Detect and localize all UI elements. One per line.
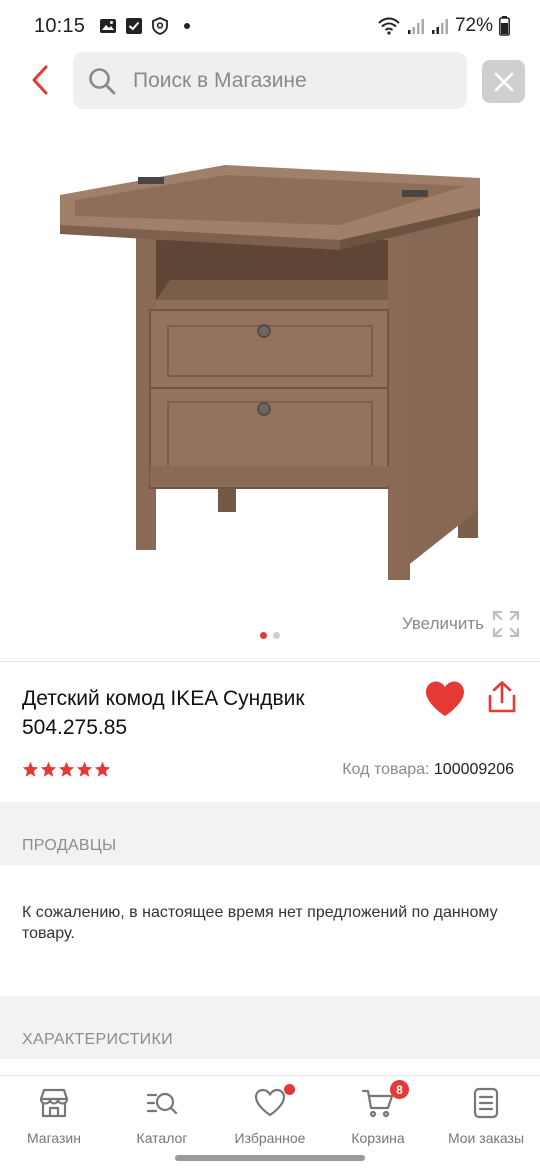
product-sku: Код товара: 100009206 [342,761,514,779]
battery-icon [499,16,510,36]
search-input[interactable] [133,68,453,93]
nav-label-cart: Корзина [351,1130,405,1146]
nav-item-catalog[interactable]: Каталог [108,1086,216,1146]
signal-1-icon [407,19,424,34]
close-icon [494,72,513,91]
zoom-label: Увеличить [402,614,484,633]
changing-table-illustration [60,165,480,580]
battery-percent: 72% [454,15,493,36]
star-icon [22,761,39,777]
search-header [0,52,540,110]
nav-item-cart[interactable]: 8 Корзина [324,1080,432,1146]
nav-label-orders: Мои заказы [447,1130,525,1146]
status-time: 10:15 [34,14,86,37]
nav-item-favorites[interactable]: Избранное [216,1084,324,1146]
star-icon [40,761,57,777]
nav-item-orders[interactable]: Мои заказы [432,1086,540,1146]
back-button[interactable] [22,62,58,98]
product-image[interactable] [0,130,540,600]
favorites-badge-dot [284,1084,295,1095]
star-icon [76,761,93,777]
nav-icon-wrap [253,1084,295,1120]
close-search-button[interactable] [482,60,525,103]
divider [0,661,540,662]
image-pager [0,632,540,639]
sellers-section-header [0,802,540,865]
signal-2-icon [431,19,448,34]
status-notification-icons [99,17,191,35]
rating-stars [22,761,111,778]
catalog-search-icon [146,1092,178,1115]
store-icon [39,1088,69,1118]
cart-badge-count: 8 [390,1080,409,1099]
orders-icon [473,1087,499,1119]
chevron-left-icon [32,65,48,95]
favorite-heart-icon[interactable] [424,680,466,718]
heart-outline-icon [254,1088,286,1117]
pager-dot[interactable] [273,632,280,639]
more-notifications-dot-icon [184,23,191,29]
gallery-notification-icon [100,19,117,33]
status-bar: 10:15 72% [0,0,540,52]
nav-label-favorites: Избранное [234,1130,306,1146]
shield-notification-icon [152,17,168,35]
wifi-icon [378,17,400,35]
search-box[interactable] [73,52,467,109]
star-icon [94,761,111,777]
characteristics-section-header[interactable] [0,996,540,1059]
product-title: Детский комод IKEA Сундвик 504.275.85 [22,687,305,739]
nav-icon-wrap: 8 [361,1080,409,1120]
nav-item-store[interactable]: Магазин [0,1086,108,1146]
characteristics-header: ХАРАКТЕРИСТИКИ [22,1031,173,1048]
star-icon [58,761,75,777]
nav-label-store: Магазин [26,1130,81,1146]
home-indicator[interactable] [175,1155,365,1161]
status-system-icons: 72% [377,15,510,37]
pager-dot-active[interactable] [260,632,267,639]
checkbox-notification-icon [126,18,143,34]
nav-label-catalog: Каталог [136,1130,188,1146]
share-icon[interactable] [484,680,520,716]
sku-label: Код товара: [342,761,430,778]
search-icon [89,67,116,94]
sku-value: 100009206 [433,761,514,778]
sellers-header: ПРОДАВЦЫ [22,837,117,854]
no-offers-message: К сожалению, в настоящее время нет предл… [22,904,498,942]
